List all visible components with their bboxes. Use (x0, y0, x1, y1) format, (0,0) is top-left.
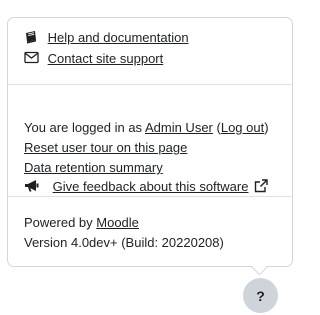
feedback-link[interactable]: Give feedback about this software (53, 179, 249, 194)
question-icon: ? (256, 287, 265, 304)
envelope-icon (24, 51, 39, 68)
bullhorn-icon (24, 179, 40, 197)
popover-section-footer: Powered by Moodle Version 4.0dev+ (Build… (8, 196, 292, 269)
contact-support-link[interactable]: Contact site support (48, 51, 164, 66)
reset-tour-link[interactable]: Reset user tour on this page (24, 140, 187, 155)
close-paren: ) (264, 120, 269, 135)
logout-link[interactable]: Log out (221, 120, 264, 135)
data-retention-link[interactable]: Data retention summary (24, 160, 163, 175)
reset-tour-row: Reset user tour on this page (24, 140, 187, 156)
moodle-link[interactable]: Moodle (96, 215, 139, 230)
footer-popover: Help and documentation Contact site supp… (7, 17, 293, 267)
external-link-icon (254, 179, 268, 197)
contact-row: Contact site support (24, 51, 163, 68)
version-text: Version 4.0dev+ (Build: 20220208) (24, 235, 224, 250)
feedback-label: Give feedback about this software (52, 179, 249, 195)
data-retention-row: Data retention summary (24, 160, 163, 176)
login-info: You are logged in as Admin User (Log out… (24, 120, 269, 136)
book-icon (24, 30, 38, 48)
feedback-row: Give feedback about this software (24, 179, 268, 197)
help-button[interactable]: ? (243, 278, 278, 313)
popover-section-user: You are logged in as Admin User (Log out… (8, 84, 292, 197)
powered-prefix: Powered by (24, 215, 97, 230)
login-prefix: You are logged in as (24, 120, 145, 135)
popover-section-links: Help and documentation Contact site supp… (8, 18, 292, 84)
help-docs-row: Help and documentation (24, 30, 189, 48)
user-profile-link[interactable]: Admin User (145, 120, 213, 135)
open-paren: ( (212, 120, 221, 135)
help-documentation-link[interactable]: Help and documentation (48, 30, 189, 45)
powered-by: Powered by Moodle (24, 215, 139, 231)
